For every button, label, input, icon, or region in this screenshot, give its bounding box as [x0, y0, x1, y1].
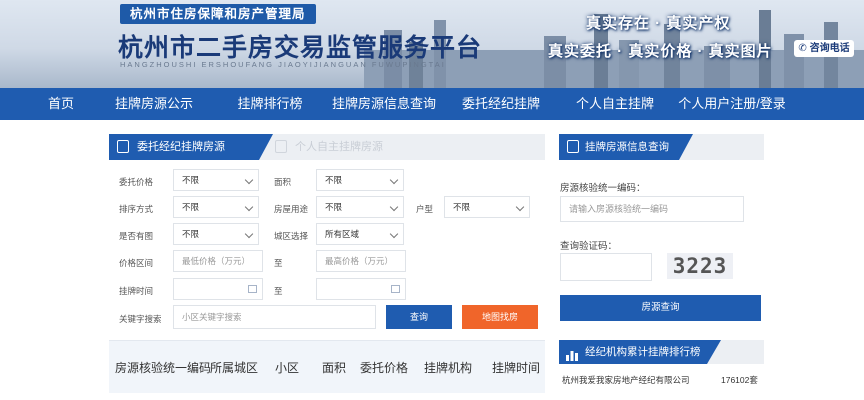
nav-listing-ranking[interactable]: 挂牌排行榜	[230, 88, 310, 120]
listing-code-input[interactable]: 请输入房源核验统一编码	[560, 196, 744, 222]
map-search-button[interactable]: 地图找房	[462, 305, 538, 329]
to-label: 至	[274, 286, 283, 296]
agency-count: 176102套	[721, 375, 758, 385]
search-doc-icon	[117, 140, 129, 153]
tab-personal-listings-label: 个人自主挂牌房源	[295, 141, 383, 153]
agency-ranking-header: 经纪机构累计挂牌排行榜	[559, 340, 764, 364]
search-button[interactable]: 查询	[386, 305, 452, 329]
usage-select[interactable]: 不限	[316, 196, 404, 218]
sort-label: 排序方式	[119, 204, 154, 214]
header-banner: 杭州市住房保障和房产管理局 杭州市二手房交易监管服务平台 HANGZHOUSHI…	[0, 0, 864, 88]
to-label: 至	[274, 258, 283, 268]
bar-chart-icon	[566, 346, 578, 361]
chevron-down-icon	[244, 202, 254, 212]
photo-label: 是否有图	[119, 231, 154, 241]
agency-ranking-title-tab: 经纪机构累计挂牌排行榜	[559, 340, 721, 364]
nav-register-login[interactable]: 个人用户注册/登录	[674, 88, 790, 120]
chevron-down-icon	[515, 202, 525, 212]
site-title: 杭州市二手房交易监管服务平台	[118, 34, 483, 62]
nav-listing-publicity[interactable]: 挂牌房源公示	[108, 88, 200, 120]
chevron-down-icon	[389, 229, 399, 239]
price-range-label: 价格区间	[119, 258, 154, 268]
listing-table-header: 房源核验统一编码 所属城区 小区 面积 委托价格 挂牌机构 挂牌时间	[109, 340, 545, 393]
captcha-image[interactable]: 3223	[667, 253, 733, 279]
sort-select[interactable]: 不限	[173, 196, 259, 218]
column-header: 挂牌机构	[424, 361, 473, 375]
nav-home[interactable]: 首页	[38, 88, 84, 120]
district-label: 城区选择	[274, 231, 309, 241]
price-select[interactable]: 不限	[173, 169, 259, 191]
column-header: 面积	[322, 361, 347, 375]
column-header: 小区	[275, 361, 300, 375]
keyword-input[interactable]: 小区关键字搜索	[173, 305, 376, 329]
list-time-label: 挂牌时间	[119, 286, 154, 296]
list-time-end-input[interactable]	[316, 278, 406, 300]
price-select-value: 不限	[182, 175, 200, 185]
area-label: 面积	[274, 177, 292, 187]
list-time-start-input[interactable]	[173, 278, 263, 300]
agency-ranking-title: 经纪机构累计挂牌排行榜	[585, 346, 701, 358]
area-select-value: 不限	[325, 175, 343, 185]
query-panel-header: 挂牌房源信息查询	[559, 134, 764, 160]
query-panel-title-tab: 挂牌房源信息查询	[559, 134, 693, 160]
nav-listing-query[interactable]: 挂牌房源信息查询	[330, 88, 438, 120]
chevron-down-icon	[389, 175, 399, 185]
sort-select-value: 不限	[182, 202, 200, 212]
main-nav: 首页 挂牌房源公示 挂牌排行榜 挂牌房源信息查询 委托经纪挂牌 个人自主挂牌 个…	[0, 88, 864, 120]
area-select[interactable]: 不限	[316, 169, 404, 191]
hotline-label: 咨询电话	[809, 43, 850, 54]
code-label: 房源核验统一编码：	[560, 183, 646, 194]
phone-icon: ✆	[798, 43, 807, 54]
tab-agent-listings-label: 委托经纪挂牌房源	[137, 141, 225, 153]
slogan-line-1: 真实存在 · 真实产权	[586, 15, 731, 32]
chevron-down-icon	[244, 229, 254, 239]
calendar-icon	[248, 285, 257, 293]
photo-select-value: 不限	[182, 229, 200, 239]
layout-select[interactable]: 不限	[444, 196, 530, 218]
query-panel-title: 挂牌房源信息查询	[585, 141, 669, 153]
district-select-value: 所有区域	[325, 229, 360, 239]
site-title-pinyin: HANGZHOUSHI ERSHOUFANG JIAOYIJIANGUAN FU…	[120, 60, 446, 69]
search-tab-bar: 委托经纪挂牌房源 个人自主挂牌房源	[109, 134, 545, 160]
calendar-icon	[391, 285, 400, 293]
bureau-tag: 杭州市住房保障和房产管理局	[120, 4, 316, 24]
price-max-input[interactable]: 最高价格（万元）	[316, 250, 406, 272]
search-doc-icon	[567, 140, 579, 153]
layout-label: 户型	[416, 204, 434, 214]
usage-label: 房屋用途	[274, 204, 309, 214]
price-label: 委托价格	[119, 177, 154, 187]
hotline-button[interactable]: ✆ 咨询电话	[794, 40, 854, 57]
search-doc-icon	[275, 140, 287, 153]
usage-select-value: 不限	[325, 202, 343, 212]
tab-agent-listings[interactable]: 委托经纪挂牌房源	[109, 134, 273, 160]
district-select[interactable]: 所有区域	[316, 223, 404, 245]
slogan-line-2: 真实委托 · 真实价格 · 真实图片	[548, 43, 773, 60]
column-header: 委托价格	[360, 361, 409, 375]
chevron-down-icon	[244, 175, 254, 185]
nav-personal-listing[interactable]: 个人自主挂牌	[574, 88, 656, 120]
captcha-input[interactable]	[560, 253, 652, 281]
photo-select[interactable]: 不限	[173, 223, 259, 245]
column-header: 挂牌时间	[492, 361, 541, 375]
chevron-down-icon	[389, 202, 399, 212]
keyword-label: 关键字搜索	[119, 314, 162, 324]
layout-select-value: 不限	[453, 202, 471, 212]
column-header: 房源核验统一编码	[115, 361, 212, 375]
agency-name: 杭州我爱我家房地产经纪有限公司	[562, 375, 690, 385]
listing-query-button[interactable]: 房源查询	[560, 295, 761, 321]
tab-personal-listings[interactable]: 个人自主挂牌房源	[269, 134, 419, 160]
nav-agent-listing[interactable]: 委托经纪挂牌	[460, 88, 542, 120]
column-header: 所属城区	[210, 361, 259, 375]
price-min-input[interactable]: 最低价格（万元）	[173, 250, 263, 272]
captcha-label: 查询验证码：	[560, 241, 618, 252]
